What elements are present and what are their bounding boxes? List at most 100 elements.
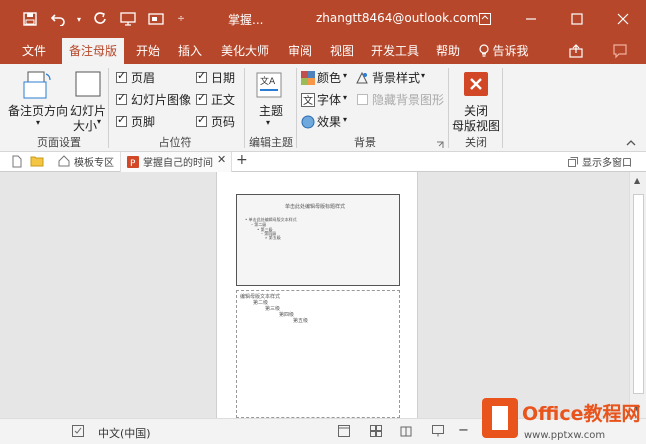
notes-line: 第五级 bbox=[293, 318, 309, 324]
redo-icon[interactable] bbox=[88, 0, 112, 38]
theme-icon[interactable]: 文A bbox=[256, 72, 282, 101]
tab-beautify-master[interactable]: 美化大师 bbox=[214, 38, 276, 64]
effects-icon[interactable] bbox=[301, 115, 315, 132]
slideshow-icon[interactable] bbox=[116, 0, 140, 38]
group-label-close: 关闭 bbox=[465, 136, 487, 149]
group-label-edit-theme: 编辑主题 bbox=[249, 136, 293, 149]
slide-image-label: 幻灯片图像 bbox=[131, 93, 192, 107]
close-tab-icon[interactable]: ✕ bbox=[217, 153, 226, 166]
header-checkbox[interactable] bbox=[116, 69, 127, 83]
close-master-view-label-2[interactable]: 母版视图 bbox=[452, 117, 500, 134]
minimize-icon[interactable] bbox=[508, 0, 554, 38]
chevron-down-icon[interactable]: ▾ bbox=[343, 93, 347, 102]
group-label-placeholders: 占位符 bbox=[158, 136, 192, 149]
notes-body-placeholder[interactable]: 编辑母版文本样式 第二级 第三级 第四级 第五级 bbox=[236, 290, 400, 418]
tab-view[interactable]: 视图 bbox=[322, 38, 362, 64]
footer-checkbox[interactable] bbox=[116, 113, 127, 127]
language-indicator[interactable]: 中文(中国) bbox=[98, 425, 151, 441]
theme-label[interactable]: 主题 bbox=[259, 102, 283, 119]
colors-label[interactable]: 颜色 bbox=[317, 69, 341, 86]
chevron-down-icon[interactable]: ▾ bbox=[421, 71, 425, 80]
ribbon-separator bbox=[244, 68, 245, 148]
comments-icon[interactable] bbox=[612, 43, 628, 62]
powerpoint-file-icon: P bbox=[127, 156, 139, 168]
template-zone-tab[interactable]: 模板专区 bbox=[74, 154, 114, 169]
tell-me-label: 告诉我 bbox=[492, 44, 529, 58]
page-number-checkbox[interactable] bbox=[196, 113, 207, 127]
fonts-label[interactable]: 字体 bbox=[317, 91, 341, 108]
notes-orientation-label[interactable]: 备注页方向 bbox=[8, 102, 68, 119]
slide-image-checkbox[interactable] bbox=[116, 91, 127, 105]
tab-insert[interactable]: 插入 bbox=[170, 38, 210, 64]
slide-size-label-2[interactable]: 大小 bbox=[73, 117, 97, 134]
close-icon[interactable] bbox=[600, 0, 646, 38]
effects-label[interactable]: 效果 bbox=[317, 113, 341, 130]
new-tab-icon[interactable]: + bbox=[236, 152, 248, 168]
chevron-down-icon[interactable]: ▾ bbox=[36, 118, 40, 127]
show-multi-window-label[interactable]: 显示多窗口 bbox=[582, 154, 632, 169]
dialog-launcher-icon[interactable] bbox=[436, 138, 444, 152]
collapse-ribbon-icon[interactable] bbox=[626, 136, 636, 150]
share-icon[interactable] bbox=[568, 43, 584, 62]
home-icon[interactable] bbox=[58, 155, 70, 170]
tab-file[interactable]: 文件 bbox=[14, 38, 54, 64]
reading-view-icon[interactable] bbox=[400, 425, 412, 440]
hide-background-graphics-label: 隐藏背景图形 bbox=[372, 93, 445, 107]
watermark-url: www.pptxw.com bbox=[524, 430, 605, 441]
chevron-down-icon[interactable]: ▾ bbox=[343, 115, 347, 124]
spell-check-icon[interactable] bbox=[72, 425, 84, 440]
slide-title: 单击此处编辑母版标题样式 bbox=[285, 204, 346, 210]
slide-bullet: » 第五级 bbox=[265, 235, 281, 240]
notes-orientation-icon[interactable] bbox=[22, 70, 52, 105]
zoom-out-icon[interactable]: − bbox=[458, 423, 469, 438]
save-icon[interactable] bbox=[18, 0, 42, 38]
document-tab-label: 掌握自己的时间 bbox=[143, 158, 213, 169]
office-logo-icon: Office教程网 www.pptxw.com bbox=[482, 398, 641, 441]
ribbon-separator bbox=[448, 68, 449, 148]
normal-view-icon[interactable] bbox=[338, 425, 350, 440]
close-master-view-icon[interactable] bbox=[464, 72, 488, 99]
folder-icon[interactable] bbox=[30, 155, 44, 170]
chevron-down-icon[interactable]: ▾ bbox=[97, 117, 101, 126]
colors-icon[interactable] bbox=[301, 71, 315, 88]
watermark-logo: Office教程网 www.pptxw.com bbox=[478, 392, 646, 444]
body-label: 正文 bbox=[211, 93, 236, 107]
maximize-icon[interactable] bbox=[554, 0, 600, 38]
slide-sorter-icon[interactable] bbox=[370, 425, 382, 440]
background-styles-label[interactable]: 背景样式 bbox=[372, 69, 420, 86]
undo-icon[interactable] bbox=[46, 0, 70, 38]
present-icon[interactable] bbox=[144, 0, 168, 38]
undo-dropdown-icon[interactable]: ▾ bbox=[74, 0, 84, 38]
tab-help[interactable]: 帮助 bbox=[428, 38, 468, 64]
vertical-scrollbar[interactable]: ▲ ▼ bbox=[629, 172, 646, 418]
scrollbar-thumb[interactable] bbox=[633, 194, 644, 394]
slideshow-view-icon[interactable] bbox=[432, 425, 444, 440]
new-file-icon[interactable] bbox=[12, 155, 22, 171]
group-label-page-setup: 页面设置 bbox=[37, 136, 81, 149]
user-account[interactable]: zhangtt8464@outlook.com bbox=[316, 11, 479, 25]
ribbon-separator bbox=[108, 68, 109, 148]
body-checkbox[interactable] bbox=[196, 91, 207, 105]
tab-notes-master[interactable]: 备注母版 bbox=[62, 38, 124, 64]
document-tab[interactable]: P 掌握自己的时间 ✕ bbox=[120, 152, 232, 172]
multi-window-icon[interactable] bbox=[568, 156, 578, 170]
fonts-icon[interactable]: 文 bbox=[301, 93, 315, 110]
scroll-up-icon[interactable]: ▲ bbox=[634, 176, 640, 185]
slide-size-icon[interactable] bbox=[74, 70, 102, 103]
svg-text:文: 文 bbox=[303, 94, 313, 107]
tell-me-search[interactable]: 告诉我 bbox=[474, 38, 534, 64]
date-label: 日期 bbox=[211, 71, 236, 85]
customize-qat-icon[interactable]: ÷ bbox=[172, 0, 190, 38]
chevron-down-icon[interactable]: ▾ bbox=[266, 118, 270, 127]
svg-text:文A: 文A bbox=[260, 75, 276, 87]
hide-background-graphics-checkbox[interactable] bbox=[357, 94, 368, 105]
tab-review[interactable]: 审阅 bbox=[280, 38, 320, 64]
tab-home[interactable]: 开始 bbox=[128, 38, 168, 64]
slide-image-placeholder[interactable]: 单击此处编辑母版标题样式 • 单击此处编辑母版文本样式 – 第二级 • 第三级 … bbox=[236, 194, 400, 286]
chevron-down-icon[interactable]: ▾ bbox=[343, 71, 347, 80]
tab-developer[interactable]: 开发工具 bbox=[366, 38, 424, 64]
date-checkbox[interactable] bbox=[196, 69, 207, 83]
notes-page: 单击此处编辑母版标题样式 • 单击此处编辑母版文本样式 – 第二级 • 第三级 … bbox=[216, 172, 418, 418]
background-styles-icon[interactable] bbox=[355, 71, 369, 88]
ribbon-display-options-icon[interactable] bbox=[462, 0, 508, 38]
